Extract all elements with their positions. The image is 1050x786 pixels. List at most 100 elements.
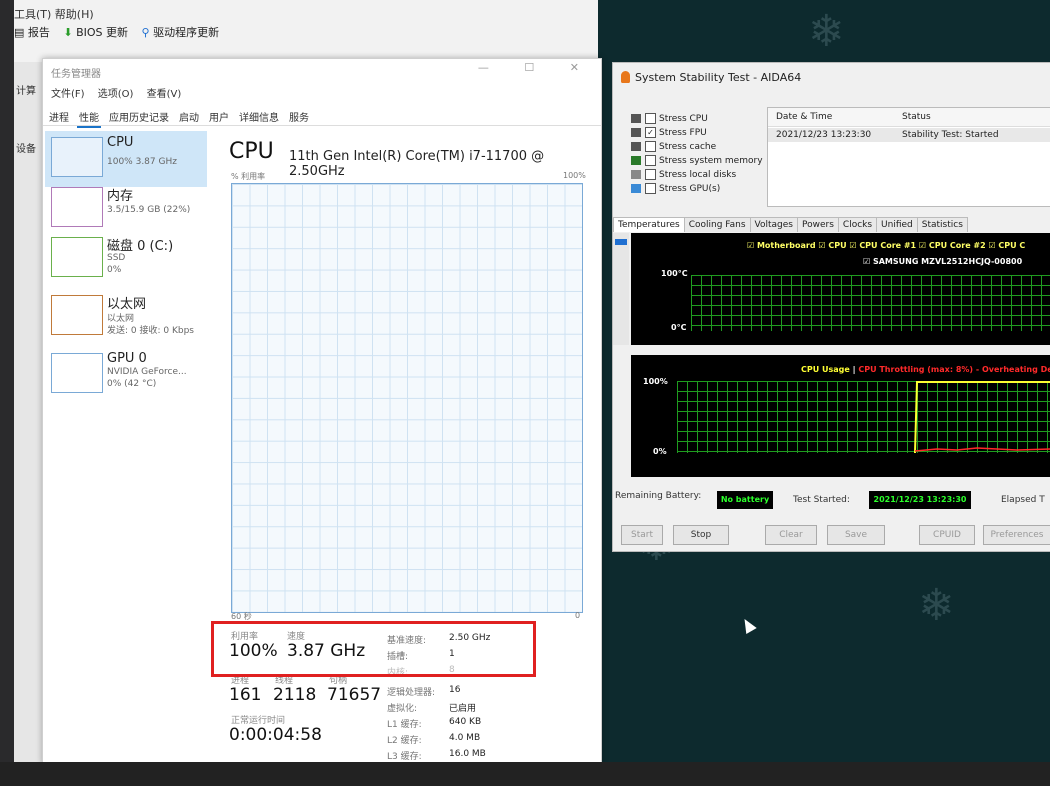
- tab-temperatures[interactable]: Temperatures: [613, 217, 685, 232]
- cpu-utilization-graph: [231, 183, 583, 613]
- report-button[interactable]: ▤ 报告: [14, 24, 50, 40]
- log-status: Stability Test: Started: [902, 130, 999, 140]
- sidebar-item-gpu[interactable]: GPU 0 NVIDIA GeForce... 0% (42 °C): [45, 347, 207, 405]
- cpuid-button[interactable]: CPUID: [919, 525, 975, 545]
- bios-update-label: BIOS 更新: [76, 26, 129, 39]
- temperature-legend: ☑ Motherboard ☑ CPU ☑ CPU Core #1 ☑ CPU …: [747, 241, 1026, 250]
- sidebar-item-detail: 0%: [107, 265, 122, 275]
- save-button[interactable]: Save: [827, 525, 885, 545]
- memory-icon: [631, 156, 641, 165]
- bios-update-button[interactable]: ⬇ BIOS 更新: [63, 24, 128, 40]
- sidebar-item-cpu[interactable]: CPU 100% 3.87 GHz: [45, 131, 207, 187]
- sidebar-item-disk[interactable]: 磁盘 0 (C:) SSD 0%: [45, 231, 207, 289]
- stress-gpu-option[interactable]: Stress GPU(s): [631, 183, 720, 194]
- stop-button[interactable]: Stop: [673, 525, 729, 545]
- test-started-label: Test Started:: [793, 495, 850, 505]
- checkbox-icon[interactable]: [645, 183, 656, 194]
- stress-memory-option[interactable]: Stress system memory: [631, 155, 763, 166]
- snowflake-decoration: ❄: [918, 580, 955, 631]
- stress-label: Stress local disks: [659, 170, 737, 180]
- memory-thumbnail-graph: [51, 187, 103, 227]
- checkbox-icon[interactable]: [645, 113, 656, 124]
- detail-key: 逻辑处理器:: [387, 688, 436, 698]
- sidebar-item-detail: SSD: [107, 253, 126, 263]
- window-title: System Stability Test - AIDA64: [635, 71, 802, 84]
- tab-unified[interactable]: Unified: [876, 217, 918, 232]
- usage-grid: [677, 381, 1050, 453]
- table-row[interactable]: 2021/12/23 13:23:30 Stability Test: Star…: [768, 128, 1050, 142]
- uptime-value: 0:00:04:58: [229, 725, 322, 745]
- battery-info: Remaining Battery:: [615, 491, 701, 501]
- temperature-legend-ssd: ☑ SAMSUNG MZVL2512HCJQ-00800: [863, 257, 1023, 266]
- sidebar-item-detail: 0% (42 °C): [107, 379, 157, 389]
- clear-button[interactable]: Clear: [765, 525, 817, 545]
- window-title: 任务管理器: [51, 69, 101, 80]
- driver-update-label: 驱动程序更新: [153, 26, 220, 39]
- detail-value: 16.0 MB: [449, 749, 486, 759]
- table-header: Date & Time Status: [768, 108, 1050, 127]
- stress-label: Stress GPU(s): [659, 184, 721, 194]
- temperature-grid: [691, 275, 1050, 331]
- checkbox-icon[interactable]: [645, 169, 656, 180]
- usage-axis-bottom: 0%: [653, 447, 667, 456]
- graph-max-label: 100%: [563, 171, 586, 180]
- background-app-menu[interactable]: 工具(T) 帮助(H): [14, 6, 94, 22]
- gpu-thumbnail-graph: [51, 353, 103, 393]
- detail-value: 4.0 MB: [449, 733, 481, 743]
- tab-statistics[interactable]: Statistics: [916, 217, 968, 232]
- cpu-usage-line: [914, 381, 1050, 453]
- tab-powers[interactable]: Powers: [797, 217, 839, 232]
- gpu-icon: [631, 184, 641, 193]
- cpu-usage-graph: CPU Usage | CPU Throttling (max: 8%) - O…: [631, 355, 1050, 477]
- tab-voltages[interactable]: Voltages: [749, 217, 798, 232]
- column-header[interactable]: Status: [902, 112, 931, 122]
- usage-lines: [914, 381, 1050, 453]
- temperature-graph: ☑ Motherboard ☑ CPU ☑ CPU Core #1 ☑ CPU …: [631, 233, 1050, 345]
- menu-file[interactable]: 文件(F): [51, 89, 85, 100]
- stress-label: Stress CPU: [659, 114, 708, 124]
- sidebar-item-memory[interactable]: 内存 3.5/15.9 GB (22%): [45, 181, 207, 237]
- sidebar-item-detail: 3.5/15.9 GB (22%): [107, 205, 191, 215]
- side-label: 设备: [16, 144, 36, 155]
- checkbox-icon[interactable]: [645, 155, 656, 166]
- window-controls[interactable]: — ☐ ✕: [478, 61, 595, 74]
- snowflake-decoration: ❄: [808, 6, 845, 57]
- fpu-chip-icon: [631, 128, 641, 137]
- detail-value: 640 KB: [449, 717, 482, 727]
- checkbox-checked-icon[interactable]: ✓: [645, 127, 656, 138]
- stress-fpu-option[interactable]: ✓ Stress FPU: [631, 127, 707, 138]
- detail-value: 16: [449, 685, 461, 695]
- sidebar-item-label: CPU: [107, 135, 134, 150]
- stress-disks-option[interactable]: Stress local disks: [631, 169, 736, 180]
- page-title: CPU: [229, 139, 274, 164]
- usage-axis-top: 100%: [643, 377, 668, 386]
- battery-value: No battery: [717, 491, 773, 509]
- tab-cooling-fans[interactable]: Cooling Fans: [683, 217, 751, 232]
- download-arrow-icon: ⬇: [63, 26, 73, 39]
- graph-label: % 利用率: [231, 172, 266, 181]
- stress-cache-option[interactable]: Stress cache: [631, 141, 716, 152]
- menu-view[interactable]: 查看(V): [147, 89, 182, 100]
- stress-cpu-option[interactable]: Stress CPU: [631, 113, 708, 124]
- tab-clocks[interactable]: Clocks: [837, 217, 878, 232]
- report-label: 报告: [27, 26, 50, 39]
- handles-value: 71657: [327, 685, 382, 705]
- threads-value: 2118: [273, 685, 317, 705]
- sidebar-item-detail: 100% 3.87 GHz: [107, 157, 177, 167]
- menu-bar: 文件(F) 选项(O) 查看(V): [51, 85, 191, 100]
- scroll-thumb[interactable]: [615, 239, 627, 245]
- menu-options[interactable]: 选项(O): [98, 89, 134, 100]
- divider: [43, 125, 601, 126]
- cpu-throttle-line: [914, 447, 1050, 452]
- button-row: Start Stop Clear Save CPUID Preferences: [613, 523, 1050, 551]
- driver-update-button[interactable]: ⚲ 驱动程序更新: [142, 24, 220, 40]
- preferences-button[interactable]: Preferences: [983, 525, 1050, 545]
- sidebar-item-ethernet[interactable]: 以太网 以太网 发送: 0 接收: 0 Kbps: [45, 289, 207, 347]
- disk-icon: [631, 170, 641, 179]
- graph-tab-bar: Temperatures Cooling Fans Voltages Power…: [613, 217, 968, 232]
- stress-label: Stress FPU: [659, 128, 707, 138]
- start-button[interactable]: Start: [621, 525, 663, 545]
- checkbox-icon[interactable]: [645, 141, 656, 152]
- cpu-chip-icon: [631, 114, 641, 123]
- column-header[interactable]: Date & Time: [776, 112, 832, 122]
